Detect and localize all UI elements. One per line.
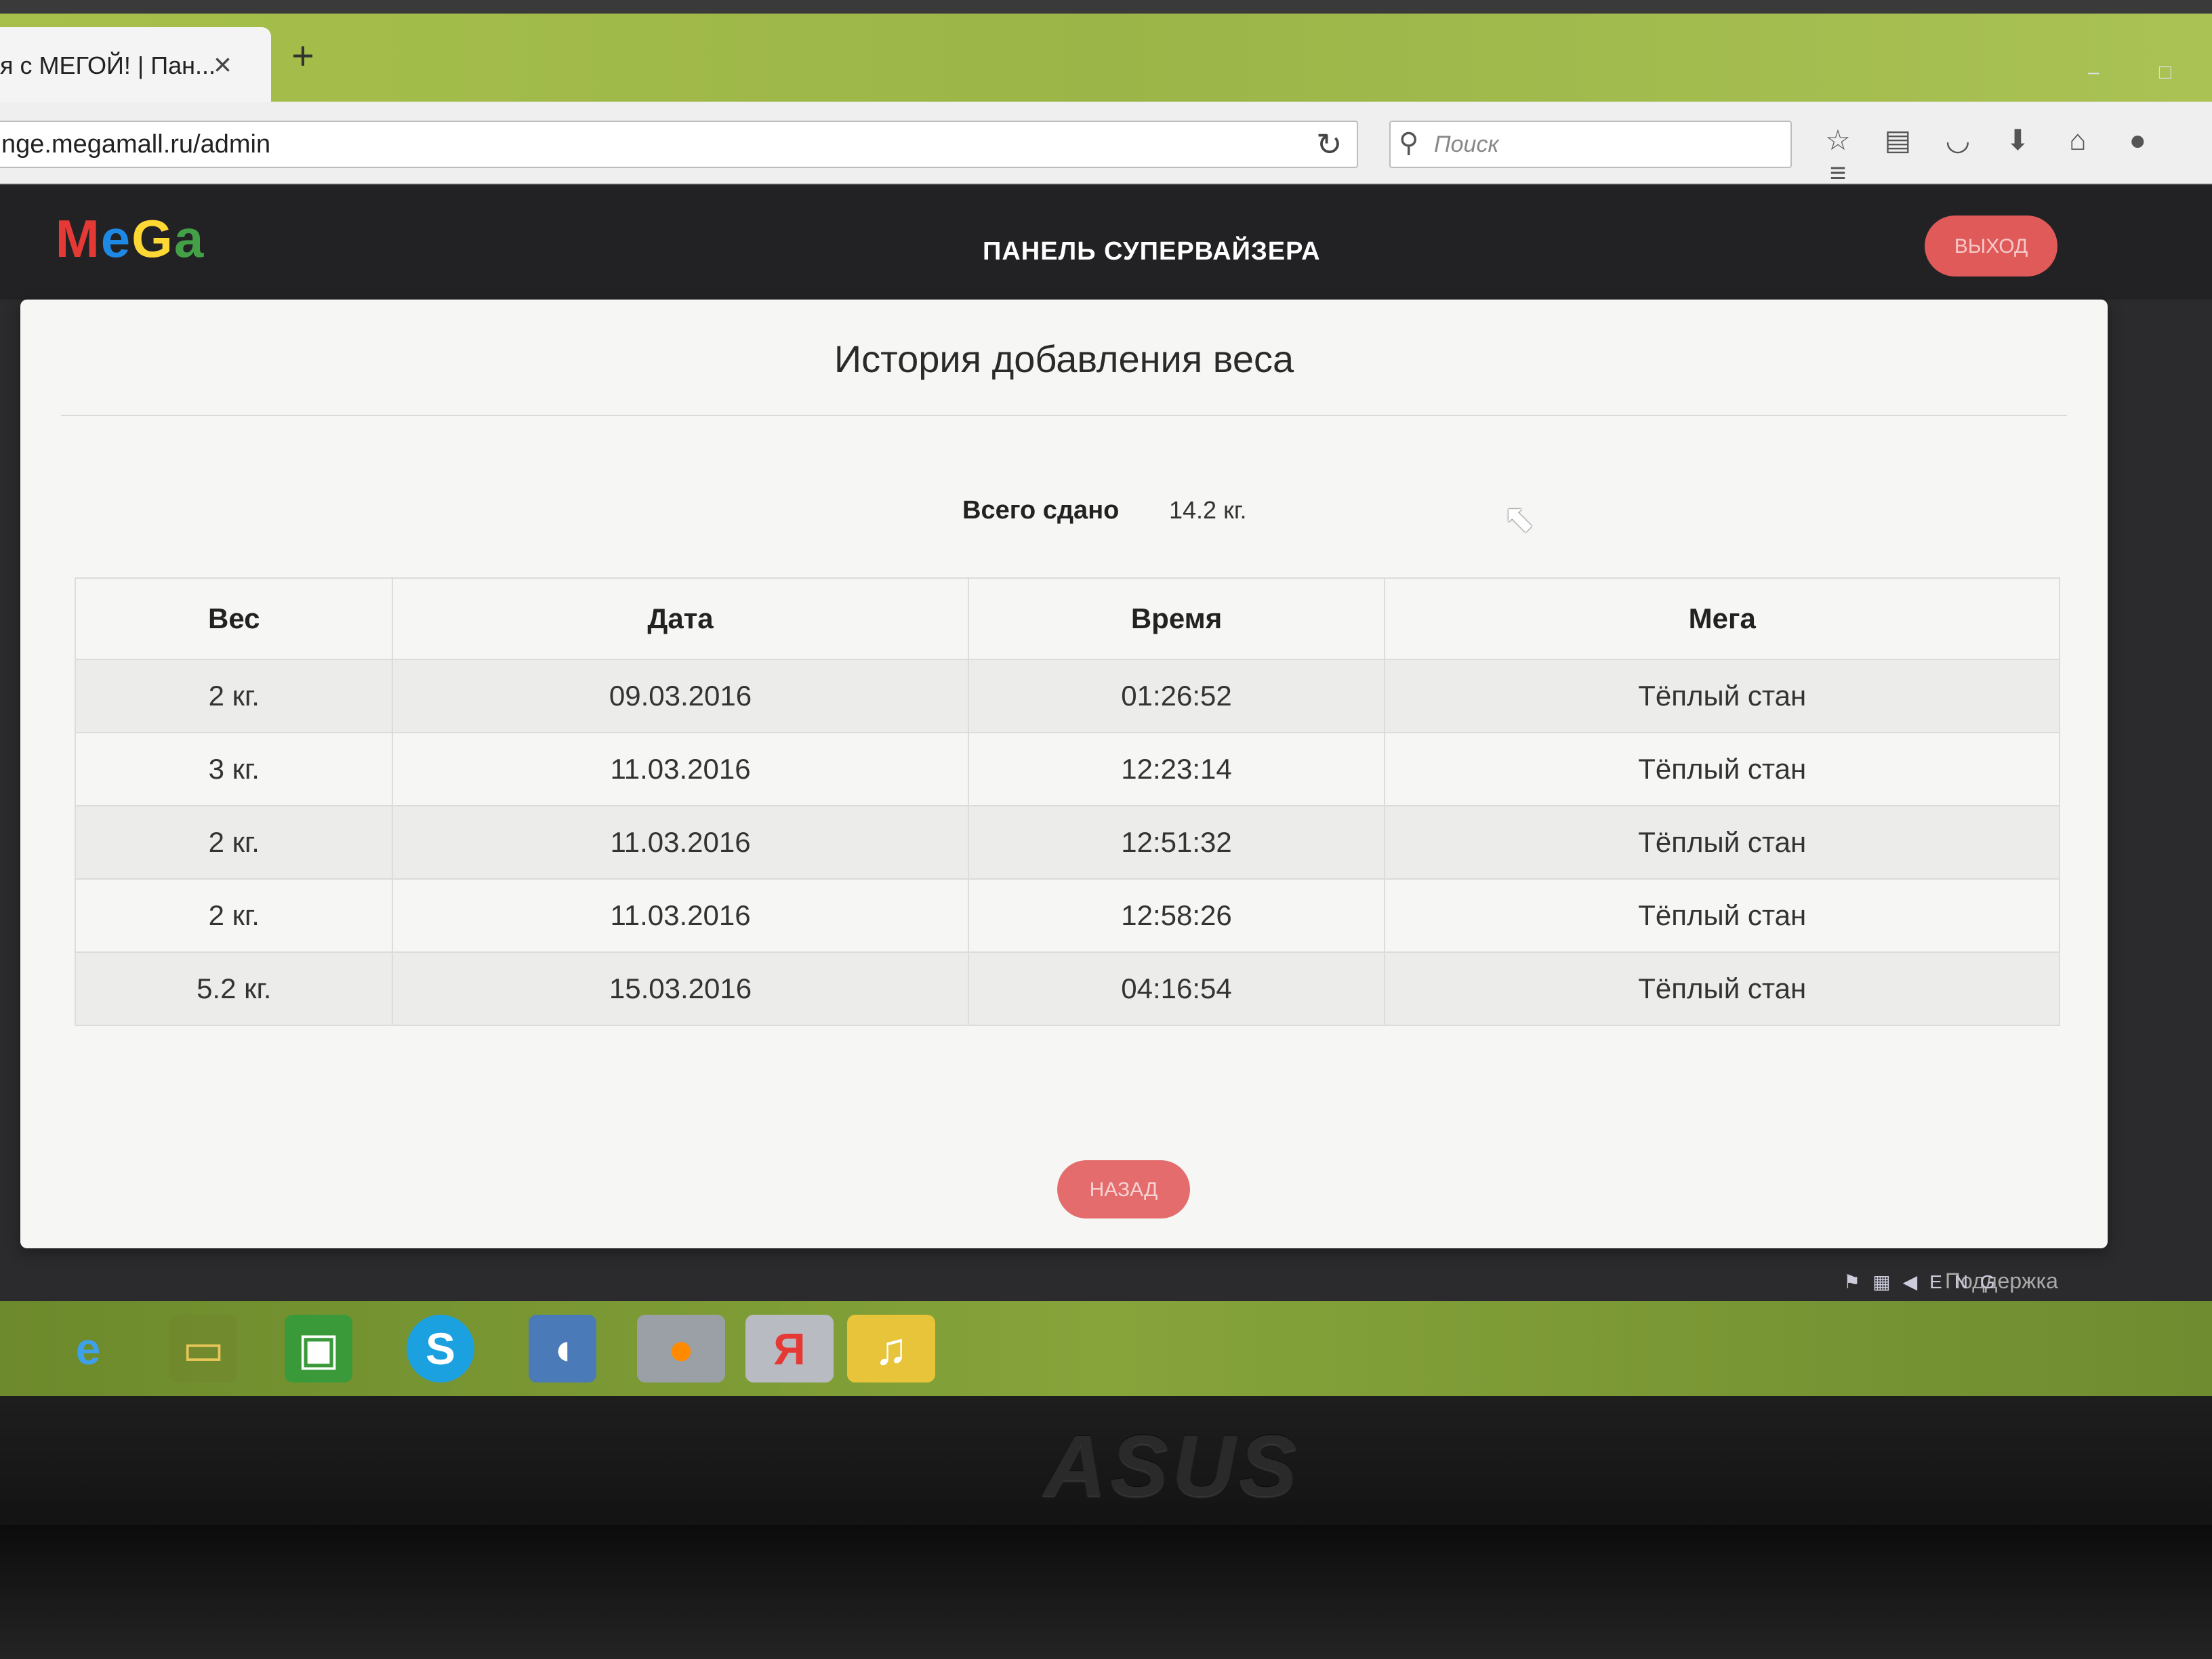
table-header-row: Вес Дата Время Мега xyxy=(74,577,2060,660)
toolbar-icons: ☆ ▤ ◡ ⬇ ⌂ ● ≡ xyxy=(1809,123,2212,189)
store-icon[interactable]: ▣ xyxy=(285,1315,352,1382)
taskbar: e ▭ ▣ S ◖ ● Я ♫ xyxy=(0,1301,2212,1396)
page-title: История добавления веса xyxy=(834,337,1294,380)
page-header-title: ПАНЕЛЬ СУПЕРВАЙЗЕРА xyxy=(983,237,1321,266)
logo-letter-a: a xyxy=(173,209,205,268)
column-header-mega: Мега xyxy=(1384,577,2060,660)
flag-icon[interactable]: ⚑ xyxy=(1843,1271,1872,1292)
cell-mega: Тёплый стан xyxy=(1384,732,2060,806)
cell-weight: 5.2 кг. xyxy=(74,951,394,1026)
cell-mega: Тёплый стан xyxy=(1384,659,2060,733)
history-card: История добавления веса Всего сдано 14.2… xyxy=(20,300,2108,1248)
file-explorer-icon[interactable]: ▭ xyxy=(169,1315,237,1382)
system-tray[interactable]: ⚑▦◀ENG xyxy=(1843,1271,2007,1293)
home-icon[interactable]: ⌂ xyxy=(2049,124,2106,157)
site-header: M e G a ПАНЕЛЬ СУПЕРВАЙЗЕРА ВЫХОД xyxy=(0,184,2212,300)
total-value: 14.2 кг. xyxy=(1169,496,1247,524)
table-row: 2 кг. 11.03.2016 12:58:26 Тёплый стан xyxy=(74,878,2060,953)
media-player-icon[interactable]: ◖ xyxy=(529,1315,596,1382)
table-row: 2 кг. 11.03.2016 12:51:32 Тёплый стан xyxy=(74,805,2060,880)
search-placeholder: Поиск xyxy=(1434,131,1499,157)
cell-mega: Тёплый стан xyxy=(1384,805,2060,880)
cell-mega: Тёплый стан xyxy=(1384,951,2060,1026)
window-controls[interactable]: – □ xyxy=(2088,61,2198,84)
back-button[interactable]: НАЗАД xyxy=(1057,1160,1190,1218)
tab-close-icon[interactable]: × xyxy=(213,46,232,83)
total-label: Всего сдано xyxy=(962,496,1120,525)
reload-icon[interactable]: ↻ xyxy=(1316,126,1343,163)
cell-date: 11.03.2016 xyxy=(392,732,969,806)
cell-time: 01:26:52 xyxy=(967,659,1386,733)
address-bar[interactable]: nge.megamall.ru/admin ↻ xyxy=(0,121,1358,168)
web-page: M e G a ПАНЕЛЬ СУПЕРВАЙЗЕРА ВЫХОД Истори… xyxy=(0,184,2212,1396)
cell-time: 12:51:32 xyxy=(967,805,1386,880)
volume-icon[interactable]: ◀ xyxy=(1903,1271,1930,1292)
table-row: 2 кг. 09.03.2016 01:26:52 Тёплый стан xyxy=(74,659,2060,733)
chat-icon[interactable]: ● xyxy=(2109,124,2166,157)
column-header-date: Дата xyxy=(392,577,969,660)
cell-time: 12:23:14 xyxy=(967,732,1386,806)
cell-date: 11.03.2016 xyxy=(392,805,969,880)
weight-history-table: Вес Дата Время Мега 2 кг. 09.03.2016 01:… xyxy=(74,577,2060,1026)
logout-button[interactable]: ВЫХОД xyxy=(1925,216,2057,276)
cell-date: 15.03.2016 xyxy=(392,951,969,1026)
pocket-icon[interactable]: ◡ xyxy=(1929,123,1986,157)
firefox-icon[interactable]: ● xyxy=(637,1315,725,1382)
search-icon: ⚲ xyxy=(1399,128,1419,158)
cell-date: 09.03.2016 xyxy=(392,659,969,733)
table-row: 5.2 кг. 15.03.2016 04:16:54 Тёплый стан xyxy=(74,951,2060,1026)
mouse-cursor-icon: ⬉ xyxy=(1503,497,1535,539)
laptop-hinge xyxy=(0,1525,2212,1659)
column-header-time: Время xyxy=(967,577,1386,660)
laptop-brand-logo: ASUS xyxy=(1044,1418,1301,1515)
cell-weight: 2 кг. xyxy=(74,659,394,733)
network-icon[interactable]: ▦ xyxy=(1872,1271,1902,1292)
browser-tab-bar: я с МЕГОЙ! | Пан... × + – □ xyxy=(0,14,2212,102)
screen: я с МЕГОЙ! | Пан... × + – □ nge.megamall… xyxy=(0,14,2212,1396)
logo-letter-e: e xyxy=(100,209,132,268)
logo-letter-m: M xyxy=(55,209,101,268)
column-header-weight: Вес xyxy=(74,577,394,660)
clipboard-icon[interactable]: ▤ xyxy=(1869,123,1926,157)
cell-date: 11.03.2016 xyxy=(392,878,969,953)
cell-weight: 3 кг. xyxy=(74,732,394,806)
search-input[interactable]: ⚲ Поиск xyxy=(1389,121,1792,168)
browser-tab-active[interactable]: я с МЕГОЙ! | Пан... × xyxy=(0,27,271,102)
divider xyxy=(61,415,2067,416)
url-text[interactable]: nge.megamall.ru/admin xyxy=(1,130,270,159)
browser-navbar: nge.megamall.ru/admin ↻ ⚲ Поиск ☆ ▤ ◡ ⬇ … xyxy=(0,102,2212,188)
cell-weight: 2 кг. xyxy=(74,805,394,880)
cell-weight: 2 кг. xyxy=(74,878,394,953)
itunes-icon[interactable]: ♫ xyxy=(847,1315,935,1382)
table-row: 3 кг. 11.03.2016 12:23:14 Тёплый стан xyxy=(74,732,2060,806)
tray-language[interactable]: ENG xyxy=(1929,1271,2007,1292)
yandex-browser-icon[interactable]: Я xyxy=(745,1315,834,1382)
cell-time: 12:58:26 xyxy=(967,878,1386,953)
bookmark-star-icon[interactable]: ☆ xyxy=(1809,123,1866,157)
mega-logo[interactable]: M e G a xyxy=(42,211,218,266)
internet-explorer-icon[interactable]: e xyxy=(54,1315,122,1382)
skype-icon[interactable]: S xyxy=(407,1315,474,1382)
cell-mega: Тёплый стан xyxy=(1384,878,2060,953)
tab-title: я с МЕГОЙ! | Пан... xyxy=(0,52,216,79)
logo-letter-g: G xyxy=(131,209,174,268)
cell-time: 04:16:54 xyxy=(967,951,1386,1026)
new-tab-icon[interactable]: + xyxy=(291,37,314,76)
download-icon[interactable]: ⬇ xyxy=(1989,123,2046,157)
